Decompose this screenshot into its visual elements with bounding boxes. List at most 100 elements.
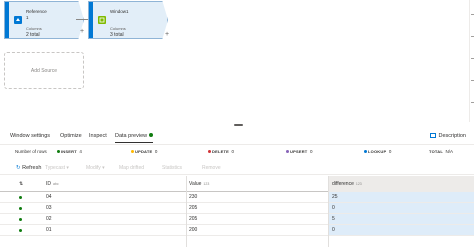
cell-id: 01 xyxy=(46,227,52,233)
insert-dot-icon xyxy=(19,207,22,210)
node-accent-stripe xyxy=(89,2,93,38)
node-metric-value: 3 total xyxy=(110,32,124,38)
column-header-id[interactable]: ID abc xyxy=(46,176,186,192)
upsert-value: 0 xyxy=(309,149,313,154)
tab-window-settings[interactable]: Window settings xyxy=(10,133,50,139)
refresh-button[interactable]: ↻ Refresh xyxy=(16,165,41,171)
data-preview-grid: ⇅ ID abc Value 123 difference 123 04 230 25… xyxy=(0,176,474,247)
refresh-icon: ↻ xyxy=(16,165,21,171)
tab-inspect[interactable]: Inspect xyxy=(89,133,107,139)
description-label: Description xyxy=(438,133,466,139)
total-stat: TOTAL N/A xyxy=(429,149,453,154)
cell-id: 02 xyxy=(46,216,52,222)
delete-value: 0 xyxy=(231,149,235,154)
add-source-button[interactable]: Add Source xyxy=(4,52,84,89)
insert-dot-icon xyxy=(19,229,22,232)
total-value: N/A xyxy=(445,149,453,154)
cell-value: 205 xyxy=(189,216,198,222)
table-row[interactable]: 03 205 0 xyxy=(0,203,474,214)
insert-stat: INSERT 4 xyxy=(57,149,82,154)
column-divider xyxy=(186,176,187,247)
cell-difference: 0 xyxy=(329,203,474,213)
rows-label: Number of rows xyxy=(15,149,47,154)
table-row[interactable]: 04 230 25 xyxy=(0,192,474,203)
insert-dot-icon xyxy=(57,149,60,153)
description-button[interactable]: Description xyxy=(430,133,466,139)
modify-button[interactable]: Modify ▾ xyxy=(86,165,105,171)
node-metric-label: Columns xyxy=(110,26,126,31)
upsert-label: UPSERT xyxy=(290,149,308,154)
remove-button[interactable]: Remove xyxy=(202,165,221,171)
window-transform-icon xyxy=(98,16,106,24)
tab-optimize[interactable]: Optimize xyxy=(60,133,82,139)
typecast-label: Typecast xyxy=(45,165,66,171)
source-icon xyxy=(14,16,22,24)
delete-dot-icon xyxy=(208,149,211,153)
add-transform-plus-icon[interactable]: + xyxy=(165,31,169,38)
table-row[interactable]: 02 205 5 xyxy=(0,214,474,225)
cell-value: 200 xyxy=(189,227,198,233)
delete-label: DELETE xyxy=(212,149,229,154)
typecast-button[interactable]: Typecast ▾ xyxy=(45,165,69,171)
cell-difference: 25 xyxy=(329,192,474,202)
cell-difference: 0 xyxy=(329,225,474,235)
panel-resize-handle[interactable] xyxy=(234,124,243,126)
insert-label: INSERT xyxy=(61,149,77,154)
remove-label: Remove xyxy=(202,165,221,171)
table-row[interactable]: 01 200 0 xyxy=(0,225,474,236)
cell-id: 03 xyxy=(46,205,52,211)
update-label: UPDATE xyxy=(135,149,153,154)
column-header-difference-label: difference xyxy=(332,181,354,187)
map-drifted-label: Map drifted xyxy=(119,165,145,171)
modify-label: Modify xyxy=(86,165,101,171)
insert-dot-icon xyxy=(19,196,22,199)
add-transform-plus-icon[interactable]: + xyxy=(80,28,84,35)
cell-difference: 5 xyxy=(329,214,474,224)
grid-header: ⇅ ID abc Value 123 difference 123 xyxy=(0,176,474,192)
column-header-value-label: Value xyxy=(189,181,202,187)
sort-icon[interactable]: ⇅ xyxy=(19,176,29,192)
cell-value: 205 xyxy=(189,205,198,211)
cell-value: 230 xyxy=(189,194,198,200)
delete-stat: DELETE 0 xyxy=(208,149,234,154)
node-metric-label: Columns xyxy=(26,26,42,31)
lookup-stat: LOOKUP 0 xyxy=(364,149,391,154)
lookup-value: 0 xyxy=(388,149,392,154)
window-node-window1[interactable]: Window1 Columns 3 total xyxy=(88,1,168,39)
node-accent-stripe xyxy=(5,2,9,38)
preview-toolbar: ↻ Refresh Typecast ▾ Modify ▾ Map drifte… xyxy=(0,161,474,175)
node-subtitle: 1 xyxy=(26,15,29,20)
cell-id: 04 xyxy=(46,194,52,200)
upsert-dot-icon xyxy=(286,149,289,153)
node-connector xyxy=(76,19,88,20)
lookup-dot-icon xyxy=(364,149,367,153)
comment-icon xyxy=(430,133,437,138)
column-header-difference[interactable]: difference 123 xyxy=(329,176,474,192)
source-node-reference[interactable]: Reference 1 Columns 2 total xyxy=(4,1,84,39)
statistics-button[interactable]: Statistics xyxy=(162,165,182,171)
node-metric-value: 2 total xyxy=(26,32,40,38)
refresh-label: Refresh xyxy=(22,165,42,171)
canvas-vertical-scrollbar[interactable] xyxy=(469,0,474,122)
row-statistics-bar: Number of rows INSERT 4 UPDATE 0 DELETE … xyxy=(0,147,474,158)
status-dot-icon xyxy=(149,133,154,137)
update-value: 0 xyxy=(154,149,158,154)
statistics-label: Statistics xyxy=(162,165,183,171)
column-divider xyxy=(328,176,329,247)
tab-data-preview[interactable]: Data preview xyxy=(115,133,154,143)
lookup-label: LOOKUP xyxy=(368,149,387,154)
update-stat: UPDATE 0 xyxy=(131,149,157,154)
node-title: Window1 xyxy=(110,9,129,14)
insert-dot-icon xyxy=(19,218,22,221)
update-dot-icon xyxy=(131,149,134,153)
column-header-id-label: ID xyxy=(46,181,51,187)
insert-value: 4 xyxy=(79,149,82,154)
column-type-value: 123 xyxy=(203,182,210,186)
column-header-value[interactable]: Value 123 xyxy=(189,176,329,192)
rows-label-text: Number of rows xyxy=(15,149,47,154)
map-drifted-button[interactable]: Map drifted xyxy=(119,165,144,171)
node-title: Reference xyxy=(26,9,47,14)
column-type-difference: 123 xyxy=(355,182,362,186)
column-type-id: abc xyxy=(53,182,59,186)
dataflow-canvas[interactable]: Reference 1 Columns 2 total + Window1 Co… xyxy=(0,0,474,122)
